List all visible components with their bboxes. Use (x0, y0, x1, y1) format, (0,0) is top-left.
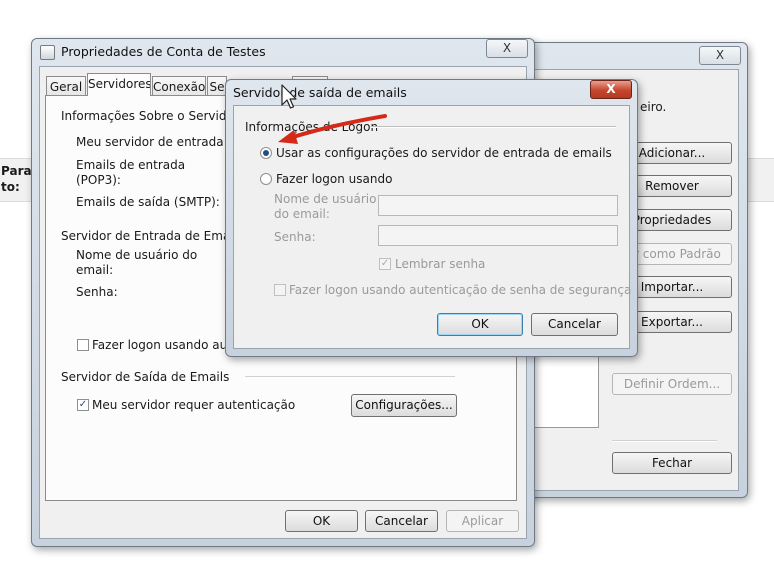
close-button[interactable]: Fechar (612, 452, 732, 474)
smtp-username-label-2: do email: (274, 207, 330, 221)
remember-password-label: Lembrar senha (395, 257, 486, 271)
requires-auth-checkbox[interactable]: ✓ (77, 399, 89, 411)
incoming-server-heading: Servidor de Entrada de Emails (61, 229, 244, 243)
smtp-dialog-title: Servidor de saída de emails (233, 85, 407, 100)
settings-button[interactable]: Configurações... (351, 394, 457, 417)
logon-auth-checkbox[interactable] (77, 339, 89, 351)
outgoing-heading-divider (245, 376, 455, 378)
accounts-divider (612, 440, 717, 442)
username-label: Nome de usuário do (76, 248, 198, 262)
smtp-cancel-button[interactable]: Cancelar (531, 313, 618, 336)
username-label-2: email: (76, 263, 114, 277)
use-incoming-radio[interactable] (260, 147, 272, 159)
remember-password-checkbox[interactable]: ✓ (379, 258, 391, 270)
logon-using-radio[interactable] (260, 173, 272, 185)
close-icon: X (715, 48, 725, 62)
mouse-cursor-icon (281, 84, 297, 109)
cc-label: to: (1, 180, 20, 194)
close-icon: X (502, 41, 512, 55)
use-incoming-label: Usar as configurações do servidor de ent… (276, 146, 612, 160)
properties-close-button[interactable]: X (486, 39, 528, 58)
spa-checkbox[interactable] (274, 284, 286, 296)
tab-servidores[interactable]: Servidores (87, 73, 151, 96)
logon-info-divider (371, 126, 616, 128)
outgoing-emails-label: Emails de saída (SMTP): (76, 195, 220, 209)
outgoing-server-heading: Servidor de Saída de Emails (61, 370, 230, 384)
close-icon: X (606, 82, 616, 96)
apply-button[interactable]: Aplicar (446, 510, 519, 532)
tab-conexao[interactable]: Conexão (152, 76, 206, 96)
password-label: Senha: (76, 285, 118, 299)
logon-auth-label: Fazer logon usando auten (92, 338, 247, 352)
accounts-text-fragment: eiro. (640, 100, 667, 114)
logon-using-label: Fazer logon usando (276, 172, 393, 186)
spa-label: Fazer logon usando autenticação de senha… (289, 283, 632, 297)
annotation-arrow-icon (278, 114, 387, 144)
incoming-emails-label-2: (POP3): (76, 173, 121, 187)
ok-button[interactable]: OK (285, 510, 358, 532)
smtp-username-input[interactable] (378, 195, 618, 216)
checkmark-icon: ✓ (78, 399, 88, 410)
smtp-close-button[interactable]: X (590, 80, 632, 99)
smtp-username-label: Nome de usuário (274, 192, 377, 206)
smtp-ok-button[interactable]: OK (437, 313, 523, 336)
properties-window-icon (40, 45, 55, 60)
smtp-password-label: Senha: (274, 230, 316, 244)
smtp-password-input[interactable] (378, 225, 618, 246)
accounts-close-button[interactable]: X (699, 46, 741, 65)
properties-window-title: Propriedades de Conta de Testes (61, 44, 266, 59)
incoming-emails-label: Emails de entrada (76, 158, 186, 172)
requires-auth-label: Meu servidor requer autenticação (92, 398, 296, 412)
cancel-button[interactable]: Cancelar (365, 510, 438, 532)
tab-geral[interactable]: Geral (46, 76, 86, 96)
set-order-button[interactable]: Definir Ordem... (612, 373, 732, 395)
tab-seguranca[interactable]: Se (207, 76, 227, 96)
checkmark-icon: ✓ (380, 258, 390, 269)
server-info-heading: Informações Sobre o Servidor (61, 109, 239, 123)
